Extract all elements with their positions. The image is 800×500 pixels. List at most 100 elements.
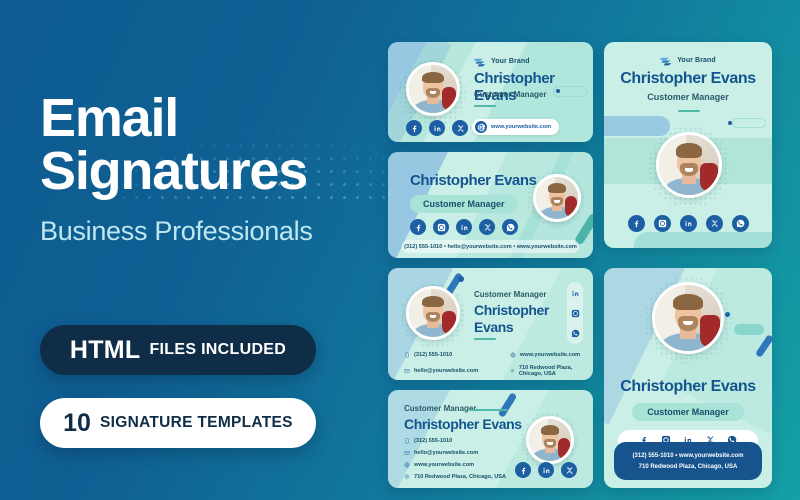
decor-dot [728,121,732,125]
linkedin-icon[interactable] [567,285,583,301]
avatar [406,286,460,340]
facebook-icon[interactable] [406,120,422,136]
website-pill[interactable]: www.yourwebsite.com [472,119,560,135]
avatar [526,416,574,464]
brand-name: Your Brand [677,57,716,64]
hero-text-block: Email Signatures Business Professionals [40,91,380,247]
contact-address-text: 710 Redwood Plaza, Chicago, USA [518,365,573,377]
location-pin-icon [405,474,409,480]
decor-capsule [734,324,764,335]
divider-rule [470,409,508,411]
instagram-icon[interactable] [433,219,449,235]
contact-address[interactable]: 710 Redwood Plaza, Chicago, USA [510,365,593,377]
x-twitter-icon[interactable] [452,120,468,136]
avatar [652,282,724,354]
badge-html-small-label: FILES INCLUDED [149,341,287,358]
signature-card-1[interactable]: Your Brand Christopher Evans Customer Ma… [388,42,593,142]
linkedin-icon[interactable] [429,120,445,136]
signature-card-5[interactable]: Your Brand Christopher Evans Customer Ma… [604,42,772,248]
badge-html-files-included: HTML FILES INCLUDED [40,325,316,375]
contact-inline: (312) 555-1010 • hello@yourwebsite.com •… [404,243,577,250]
contact-footer: (312) 555-1010 • www.yourwebsite.com 710… [614,442,762,480]
divider-rule [678,110,700,112]
decor-band-blue [604,116,670,136]
facebook-icon[interactable] [515,462,531,478]
brand-logo-icon [474,58,486,67]
badge-templates-count: 10 [63,408,91,437]
x-twitter-icon[interactable] [705,215,723,232]
linkedin-icon[interactable] [456,219,472,235]
facebook-icon[interactable] [627,215,645,232]
social-links[interactable] [604,215,772,232]
decor-dot [458,276,464,282]
contact-list: (312) 555-1010 hello@yourwebsite.com www… [404,438,506,480]
phone-icon [405,438,409,444]
person-name: Christopher Evans [620,70,756,87]
person-name-first: Christopher [474,302,549,318]
globe-icon [510,352,516,358]
website-url: www.yourwebsite.com [491,124,552,130]
whatsapp-icon[interactable] [731,215,749,232]
social-links[interactable] [515,462,577,478]
person-role-wrap: Customer Manager [604,402,772,421]
contact-bar: (312) 555-1010 • hello@yourwebsite.com •… [402,240,579,253]
whatsapp-icon[interactable] [502,219,518,235]
instagram-icon[interactable] [653,215,671,232]
decor-pen [754,334,772,358]
x-twitter-icon[interactable] [561,462,577,478]
contact-phone-text: (312) 555-1010 [414,352,453,358]
avatar [656,132,722,198]
brand-name: Your Brand [491,58,530,65]
contact-address[interactable]: 710 Redwood Plaza, Chicago, USA [404,474,506,480]
person-role: Customer Manager [647,92,729,102]
contact-website[interactable]: www.yourwebsite.com [404,462,506,468]
contact-phone-text: (312) 555-1010 [414,438,453,444]
divider-rule [474,338,496,340]
person-name-last: Evans [474,318,514,335]
email-icon [404,369,410,373]
x-twitter-icon[interactable] [479,219,495,235]
signature-card-4[interactable]: Customer Manager Christopher Evans (312)… [388,390,593,488]
contact-email-text: hello@yourwebsite.com [414,368,479,374]
linkedin-icon[interactable] [538,462,554,478]
title-line-1: Email [40,88,179,148]
avatar [533,174,581,222]
globe-icon [475,121,487,133]
instagram-icon[interactable] [567,305,583,321]
contact-email[interactable]: hello@yourwebsite.com [404,365,504,377]
decor-band-teal [634,232,772,248]
decor-capsule-outline [732,118,766,128]
contact-email-text: hello@yourwebsite.com [414,450,479,456]
globe-icon [404,462,410,468]
person-name: Christopher Evans [410,172,537,189]
signature-card-6[interactable]: Christopher Evans Customer Manager (312)… [604,268,772,488]
whatsapp-icon[interactable] [567,325,583,341]
signature-card-3[interactable]: Customer Manager Christopher Evans (312)… [388,268,593,380]
signature-card-2[interactable]: Christopher Evans Customer Manager (312)… [388,152,593,258]
social-links[interactable] [567,282,583,344]
contact-website[interactable]: www.yourwebsite.com [510,352,593,358]
social-links[interactable] [406,120,468,136]
location-pin-icon [510,369,514,374]
avatar [406,62,460,116]
badge-signature-templates: 10 SIGNATURE TEMPLATES [40,398,316,448]
phone-icon [405,352,409,358]
contact-phone[interactable]: (312) 555-1010 [404,352,504,358]
person-role: Customer Manager [474,290,547,299]
social-links[interactable] [410,219,518,235]
contact-phone[interactable]: (312) 555-1010 [404,438,506,444]
contact-email[interactable]: hello@yourwebsite.com [404,450,506,456]
contact-website-text: www.yourwebsite.com [520,352,581,358]
contact-line-2: 710 Redwood Plaza, Chicago, USA [638,463,738,470]
person-role: Customer Manager [410,195,518,213]
linkedin-icon[interactable] [679,215,697,232]
contact-address-text: 710 Redwood Plaza, Chicago, USA [414,474,507,480]
title-line-2: Signatures [40,140,308,201]
email-icon [404,451,410,455]
person-role: Customer Manager [404,404,477,413]
person-name: Christopher Evans [474,302,549,335]
facebook-icon[interactable] [410,219,426,235]
contact-grid: (312) 555-1010 www.yourwebsite.com hello… [404,352,593,377]
page-title: Email Signatures [40,91,380,201]
decor-pen [497,392,518,418]
